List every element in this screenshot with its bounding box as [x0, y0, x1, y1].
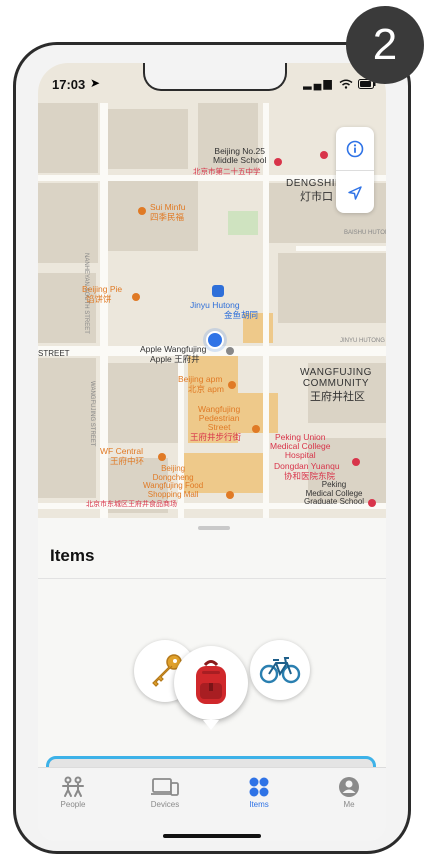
map-label-school-cn: 北京市第二十五中学 [193, 167, 261, 176]
current-location-dot [206, 331, 224, 349]
tab-people[interactable]: People [38, 774, 108, 809]
map-view[interactable]: Beijing No.25 Middle School 北京市第二十五中学 DE… [38, 63, 386, 518]
map-label-jinyu-cn: 金鱼胡同 [224, 310, 259, 320]
hospital-poi-icon[interactable] [352, 458, 360, 466]
home-indicator[interactable] [163, 834, 261, 838]
step-number-badge: 2 [346, 6, 424, 84]
map-label-apple: Apple Wangfujing [140, 344, 207, 354]
map-label-dengshik-cn: 灯市口 [300, 191, 333, 203]
map-label-dongdan: Dongdan Yuanqu [274, 461, 340, 471]
items-icon [249, 777, 269, 797]
map-label-apm-cn: 北京 apm [188, 384, 224, 394]
apple-store-icon[interactable] [226, 347, 234, 355]
map-label-graduate: Peking Medical College Graduate School [304, 480, 365, 506]
map-label-peking: Peking Union Medical College Hospital [270, 432, 331, 460]
map-label-apple-cn: Apple 王府井 [150, 354, 200, 364]
wifi-icon [339, 79, 353, 89]
map-label-pedestrian: Wangfujing Pedestrian Street [198, 404, 241, 432]
location-services-icon: ➤ [90, 76, 101, 90]
tab-me-label: Me [343, 800, 355, 809]
subway-icon[interactable] [212, 285, 224, 297]
backpack-icon [196, 660, 226, 704]
mall-poi-icon[interactable] [226, 491, 234, 499]
poi-icon[interactable] [320, 151, 328, 159]
sheet-handle[interactable] [198, 526, 230, 530]
beijingpie-poi-icon[interactable] [132, 293, 140, 301]
map-label-suiminfu-cn: 四季民福 [150, 212, 185, 222]
tab-items[interactable]: Items [224, 774, 294, 809]
map-label-community: WANGFUJING COMMUNITY [300, 367, 372, 389]
apm-poi-icon[interactable] [228, 381, 236, 389]
wfcentral-poi-icon[interactable] [158, 453, 166, 461]
tab-bar: People Devices Items Me [38, 767, 386, 841]
graduate-poi-icon[interactable] [368, 499, 376, 507]
map-label-wfj-street: WANGFUJING STREET [89, 381, 95, 447]
map-label-school: Beijing No.25 Middle School [213, 146, 267, 165]
map-label-dongcheng-cn: 北京市东城区王府井食品商场 [86, 501, 177, 508]
sheet-title: Items [50, 546, 95, 565]
bubble-pointer [203, 720, 219, 730]
info-button[interactable] [336, 127, 374, 170]
map-label-wfcentral-cn: 王府中环 [110, 456, 145, 466]
tab-me[interactable]: Me [314, 774, 384, 809]
school-poi-icon[interactable] [274, 158, 282, 166]
map-label-nan-street: NANHEYAN SOUTH STREET [83, 253, 89, 334]
item-bubble-bicycle[interactable] [250, 640, 310, 700]
map-label-pedestrian-cn: 王府井步行街 [190, 432, 242, 442]
map-label-community-cn: 王府井社区 [310, 391, 365, 403]
map-label-apm: Beijing apm [178, 374, 223, 384]
info-icon [346, 140, 364, 157]
map-label-dengshik: DENGSHIK [286, 178, 343, 189]
tab-people-label: People [60, 800, 86, 809]
map-label-suiminfu: Sui Minfu [150, 202, 186, 212]
tab-devices-label: Devices [150, 800, 180, 809]
suiminfu-poi-icon[interactable] [138, 207, 146, 215]
tab-devices[interactable]: Devices [130, 774, 200, 809]
divider [38, 578, 386, 579]
people-icon [62, 776, 84, 797]
devices-icon [151, 778, 179, 796]
phone-frame: Beijing No.25 Middle School 北京市第二十五中学 DE… [13, 42, 411, 854]
tab-items-label: Items [249, 800, 269, 809]
map-label-jinyu-road: JINYU HUTONG [340, 338, 385, 344]
pedestrian-poi-icon[interactable] [252, 425, 260, 433]
map-label-wfcentral: WF Central [100, 446, 143, 456]
me-icon [339, 777, 359, 797]
location-button[interactable] [336, 171, 374, 214]
map-controls [336, 127, 374, 213]
status-time: 17:03 [52, 77, 86, 92]
phone-screen: Beijing No.25 Middle School 北京市第二十五中学 DE… [38, 63, 386, 841]
signal-icon: ▂▄▆ [303, 78, 334, 90]
map-label-jinyu: Jinyu Hutong [190, 300, 240, 310]
location-arrow-icon [348, 185, 362, 200]
map-label-baishu: BAISHU HUTONG [344, 230, 386, 236]
bicycle-icon [259, 657, 301, 684]
phone-notch [143, 63, 287, 91]
item-bubble-backpack[interactable] [174, 646, 248, 720]
map-label-street: STREET [38, 349, 70, 358]
map-label-dongcheng: Beijing Dongcheng Wangfujing Food Shoppi… [143, 464, 204, 499]
